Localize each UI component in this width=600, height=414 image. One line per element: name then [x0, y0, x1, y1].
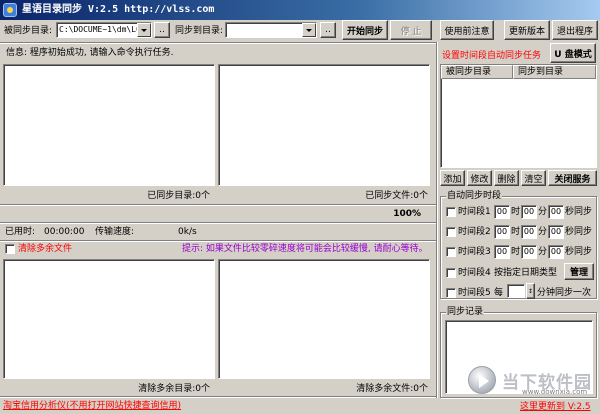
watermark-url: www.downxia.com: [522, 388, 588, 396]
slot4-text: 按指定日期类型: [494, 268, 558, 278]
panel-divider: [436, 42, 438, 398]
synced-files-pane[interactable]: [218, 64, 430, 186]
slot5-interval-input[interactable]: [507, 284, 525, 298]
task-heading: 设置时间段自动同步任务: [442, 51, 542, 61]
add-task-button[interactable]: 添加: [440, 170, 465, 186]
slot5-every: 每: [494, 288, 504, 298]
hour-unit: 时: [511, 227, 521, 237]
slot2-checkbox[interactable]: [446, 227, 456, 237]
slot3-minute[interactable]: 00: [521, 245, 537, 259]
stop-button[interactable]: 停 止: [390, 20, 432, 40]
hour-unit: 时: [511, 247, 521, 257]
minute-unit: 分: [538, 247, 548, 257]
cleanup-checkbox[interactable]: [5, 244, 15, 254]
synced-files-count: 已同步文件:0个: [365, 191, 428, 201]
slot5-label: 时间段5: [458, 288, 491, 298]
speed-value: 0k/s: [178, 227, 197, 237]
slot1-second[interactable]: 00: [548, 205, 564, 219]
slot1-minute[interactable]: 00: [521, 205, 537, 219]
task-list[interactable]: 被同步目录 同步到目录: [440, 64, 597, 168]
slot2-label: 时间段2: [458, 227, 491, 237]
source-dir-label: 被同步目录:: [4, 26, 53, 36]
schedule-title: 自动同步时段: [446, 189, 503, 203]
synced-dirs-count: 已同步目录:0个: [147, 191, 210, 201]
notice-button[interactable]: 使用前注意: [440, 20, 494, 40]
cleanup-dirs-pane[interactable]: [3, 259, 215, 379]
slot3-second[interactable]: 00: [548, 245, 564, 259]
speed-label: 传输速度:: [95, 227, 135, 237]
slot3-label: 时间段3: [458, 247, 491, 257]
exit-button[interactable]: 退出程序: [552, 20, 598, 40]
play-logo-icon: [468, 366, 496, 394]
separator: [0, 396, 436, 398]
slot1-hour[interactable]: 00: [494, 205, 510, 219]
usb-mode-button[interactable]: U 盘模式: [550, 43, 596, 63]
update-link[interactable]: 这里更新到 V:2.5: [520, 400, 591, 414]
update-version-button[interactable]: 更新版本: [504, 20, 550, 40]
spin-updown-icon[interactable]: ↕: [526, 283, 535, 299]
task-list-header-source[interactable]: 被同步目录: [441, 65, 513, 79]
clear-tasks-button[interactable]: 清空: [521, 170, 546, 186]
start-sync-button[interactable]: 开始同步: [342, 20, 388, 40]
edit-task-button[interactable]: 修改: [467, 170, 492, 186]
slot5-checkbox[interactable]: [446, 288, 456, 298]
second-unit: 秒同步: [565, 227, 593, 237]
source-dir-value: C:\DOCUME~1\dm\LOC: [59, 25, 146, 34]
info-text: 信息: 程序初始成功, 请输入命令执行任务.: [6, 48, 174, 58]
cleanup-files-count: 清除多余文件:0个: [356, 384, 428, 394]
slot5-suffix: 分钟同步一次: [537, 288, 592, 298]
log-title: 同步记录: [446, 305, 485, 319]
task-list-header-target[interactable]: 同步到目录: [513, 65, 596, 79]
hour-unit: 时: [511, 207, 521, 217]
browse-target-button[interactable]: ..: [320, 22, 336, 38]
elapsed-value: 00:00:00: [44, 227, 85, 237]
slot3-hour[interactable]: 00: [494, 245, 510, 259]
cleanup-files-pane[interactable]: [218, 259, 430, 379]
progress-percent: 100%: [393, 209, 421, 219]
second-unit: 秒同步: [565, 247, 593, 257]
separator: [0, 222, 436, 224]
slot3-checkbox[interactable]: [446, 247, 456, 257]
slot4-label: 时间段4: [458, 268, 491, 278]
separator: [0, 204, 436, 206]
delete-task-button[interactable]: 删除: [494, 170, 519, 186]
chevron-down-icon[interactable]: [302, 23, 316, 37]
source-dir-combo[interactable]: C:\DOCUME~1\dm\LOC: [56, 22, 152, 38]
taobao-link[interactable]: 淘宝信用分析仪(不用打开网站快捷查询信用): [3, 399, 181, 413]
elapsed-label: 已用时:: [5, 227, 36, 237]
slot4-checkbox[interactable]: [446, 268, 456, 278]
target-dir-label: 同步到目录:: [175, 26, 224, 36]
manage-button[interactable]: 管理: [564, 263, 594, 280]
slot2-hour[interactable]: 00: [494, 225, 510, 239]
slot2-second[interactable]: 00: [548, 225, 564, 239]
hint-text: 提示: 如果文件比较零碎速度将可能会比较缓慢, 请耐心等待。: [182, 244, 428, 254]
title-bar: 星语目录同步 V:2.5 http://vlss.com: [0, 0, 600, 20]
close-service-button[interactable]: 关闭服务: [548, 170, 597, 186]
cleanup-label: 清除多余文件: [18, 244, 73, 254]
slot2-minute[interactable]: 00: [521, 225, 537, 239]
slot1-checkbox[interactable]: [446, 207, 456, 217]
watermark: 当下软件园 www.downxia.com: [468, 364, 598, 398]
minute-unit: 分: [538, 227, 548, 237]
slot1-label: 时间段1: [458, 207, 491, 217]
synced-dirs-pane[interactable]: [3, 64, 215, 186]
browse-source-button[interactable]: ..: [154, 22, 170, 38]
separator: [0, 42, 436, 44]
cleanup-dirs-count: 清除多余目录:0个: [138, 384, 210, 394]
target-dir-combo[interactable]: [225, 22, 317, 38]
app-icon: [3, 3, 17, 17]
minute-unit: 分: [538, 207, 548, 217]
window-title: 星语目录同步 V:2.5 http://vlss.com: [22, 4, 215, 15]
chevron-down-icon[interactable]: [137, 23, 151, 37]
second-unit: 秒同步: [565, 207, 593, 217]
